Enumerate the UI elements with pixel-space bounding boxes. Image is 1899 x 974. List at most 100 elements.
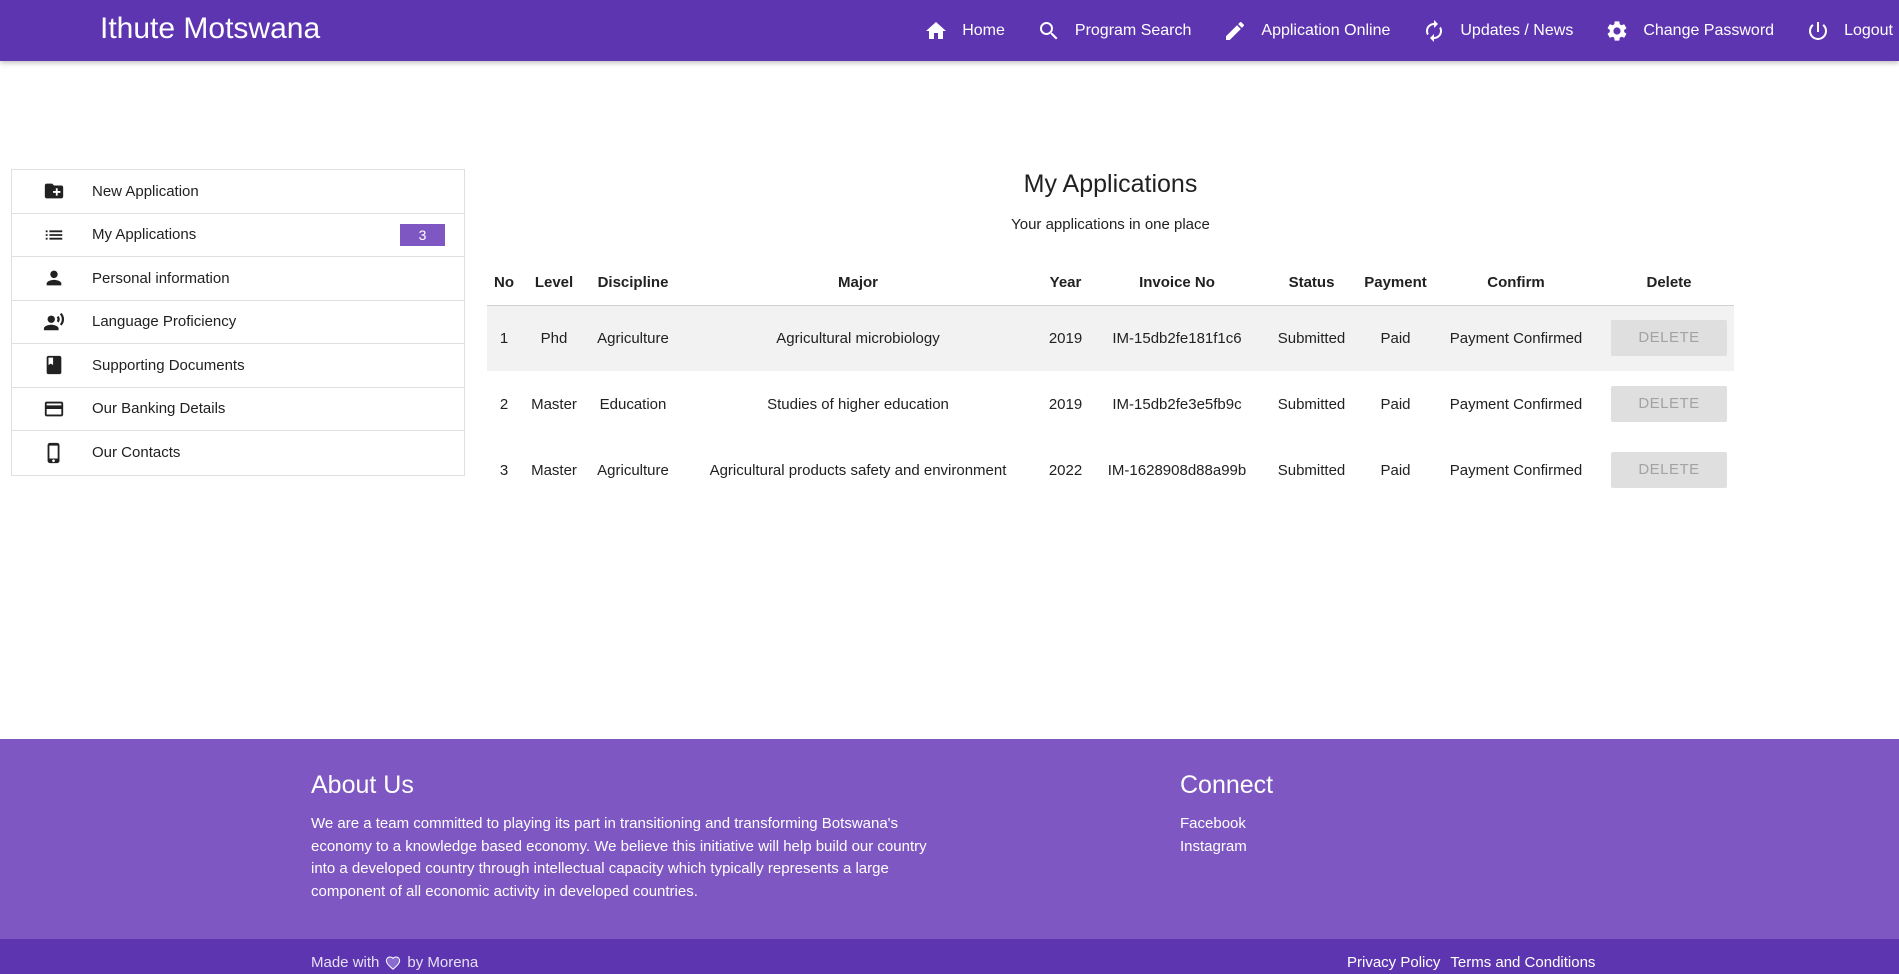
nav-logout[interactable]: Logout: [1806, 19, 1893, 43]
made-with-credit: Made with by Morena: [311, 954, 478, 971]
cell-delete: DELETE: [1604, 371, 1734, 437]
delete-button[interactable]: DELETE: [1611, 386, 1727, 422]
column-header: Invoice No: [1094, 260, 1260, 306]
nav-home[interactable]: Home: [924, 19, 1005, 43]
cell-discipline: Agriculture: [587, 305, 679, 371]
cell-payment: Paid: [1380, 461, 1411, 479]
cell-major: Agricultural microbiology: [679, 305, 1037, 371]
refresh-icon: [1426, 19, 1443, 42]
cell-no: 2: [499, 395, 509, 413]
cell-level: Phd: [521, 305, 587, 371]
table-row: 3 Master Agriculture Agricultural produc…: [487, 437, 1734, 503]
voice-person-icon: [42, 310, 66, 334]
made-prefix: Made with: [311, 954, 380, 971]
nav-application-online[interactable]: Application Online: [1223, 19, 1390, 43]
nav-change-password-label: Change Password: [1643, 21, 1775, 39]
gear-icon: [1607, 20, 1627, 41]
delete-button[interactable]: DELETE: [1611, 320, 1727, 357]
top-nav: Home Program Search Application Online U…: [892, 0, 1893, 61]
column-header: Payment: [1363, 260, 1428, 306]
sidebar-item-label: New Application: [92, 182, 199, 200]
cell-discipline: Agriculture: [597, 461, 669, 479]
search-icon: [1039, 21, 1058, 39]
top-app-bar: Ithute Motswana Home Program Search Appl…: [0, 0, 1899, 61]
terms-link[interactable]: Terms and Conditions: [1450, 954, 1595, 971]
cell-delete: DELETE: [1604, 305, 1734, 371]
cell-invoice: IM-15db2fe3e5fb9c: [1112, 395, 1242, 413]
delete-button[interactable]: DELETE: [1611, 452, 1727, 488]
cell-payment: Paid: [1380, 395, 1411, 413]
column-header: Discipline: [587, 260, 679, 306]
sidebar-item-our-contacts[interactable]: Our Contacts: [12, 431, 464, 475]
connect-links: Facebook Instagram: [1180, 813, 1247, 858]
nav-application-online-label: Application Online: [1261, 21, 1391, 39]
sidebar-item-label: Language Proficiency: [92, 313, 237, 331]
nav-home-label: Home: [962, 21, 1005, 39]
credit-card-icon: [42, 397, 66, 421]
sidebar-item-label: Our Contacts: [92, 444, 181, 462]
column-header: Confirm: [1428, 260, 1604, 306]
applications-count-badge: 3: [400, 223, 445, 246]
sidebar-item-label: My Applications: [92, 226, 197, 244]
phone-icon: [42, 441, 66, 465]
cell-status: Submitted: [1260, 305, 1363, 371]
instagram-link[interactable]: Instagram: [1180, 836, 1247, 859]
table-row: 2 Master Education Studies of higher edu…: [487, 371, 1734, 437]
facebook-link[interactable]: Facebook: [1180, 813, 1247, 836]
nav-program-search-label: Program Search: [1074, 21, 1192, 39]
column-header: Major: [679, 260, 1037, 306]
sidebar-item-label: Our Banking Details: [92, 400, 226, 418]
folder-plus-icon: [42, 179, 66, 203]
cell-major: Agricultural products safety and environ…: [709, 461, 1007, 479]
cell-status: Submitted: [1277, 395, 1346, 413]
applications-table: No Level Discipline Major Year Invoice N…: [487, 260, 1734, 503]
nav-updates-news[interactable]: Updates / News: [1422, 19, 1573, 43]
column-header: Status: [1260, 260, 1363, 306]
sidebar-item-language-proficiency[interactable]: Language Proficiency: [12, 301, 464, 344]
cell-confirm: Payment Confirmed: [1449, 461, 1583, 479]
connect-title: Connect: [1180, 771, 1274, 799]
cell-year: 2019: [1048, 395, 1083, 413]
nav-change-password[interactable]: Change Password: [1605, 19, 1774, 43]
cell-confirm: Payment Confirmed: [1449, 395, 1583, 413]
cell-major: Studies of higher education: [767, 395, 949, 413]
about-title: About Us: [311, 771, 414, 799]
page-title: My Applications: [1023, 170, 1198, 198]
legal-links: Privacy Policy Terms and Conditions: [1347, 954, 1605, 971]
table-header-row: No Level Discipline Major Year Invoice N…: [487, 260, 1734, 306]
cell-discipline: Education: [599, 395, 667, 413]
sidebar-item-banking-details[interactable]: Our Banking Details: [12, 388, 464, 431]
nav-logout-label: Logout: [1844, 21, 1893, 39]
book-icon: [42, 353, 66, 377]
cell-no: 1: [487, 305, 521, 371]
heart-icon: [386, 955, 401, 970]
brand-title[interactable]: Ithute Motswana: [100, 10, 320, 48]
cell-year: 2022: [1048, 461, 1083, 479]
sidebar-item-personal-information[interactable]: Personal information: [12, 257, 464, 301]
table-row: 1 Phd Agriculture Agricultural microbiol…: [487, 305, 1734, 371]
privacy-policy-link[interactable]: Privacy Policy: [1347, 954, 1440, 971]
list-icon: [42, 223, 66, 247]
cell-no: 3: [499, 461, 509, 479]
cell-status: Submitted: [1277, 461, 1346, 479]
cell-level: Master: [531, 461, 577, 479]
page-footer: About Us We are a team committed to play…: [0, 739, 1899, 939]
sidebar-item-my-applications[interactable]: My Applications 3: [12, 214, 464, 257]
column-header: Delete: [1604, 260, 1734, 306]
cell-invoice: IM-15db2fe181f1c6: [1094, 305, 1260, 371]
column-header: Level: [521, 260, 587, 306]
sidebar-item-new-application[interactable]: New Application: [12, 170, 464, 214]
pencil-icon: [1226, 21, 1245, 40]
home-icon: [926, 21, 947, 39]
cell-invoice: IM-1628908d88a99b: [1107, 461, 1247, 479]
copyright-bar: Made with by Morena Privacy Policy Terms…: [0, 939, 1899, 974]
nav-program-search[interactable]: Program Search: [1037, 19, 1192, 43]
column-header: No: [487, 260, 521, 306]
sidebar-item-label: Supporting Documents: [92, 356, 245, 374]
sidebar-item-label: Personal information: [92, 269, 230, 287]
about-text: We are a team committed to playing its p…: [311, 815, 927, 900]
cell-payment: Paid: [1363, 305, 1428, 371]
sidebar-menu: New Application My Applications 3 Person…: [11, 169, 465, 476]
sidebar-item-supporting-documents[interactable]: Supporting Documents: [12, 344, 464, 388]
column-header: Year: [1037, 260, 1094, 306]
